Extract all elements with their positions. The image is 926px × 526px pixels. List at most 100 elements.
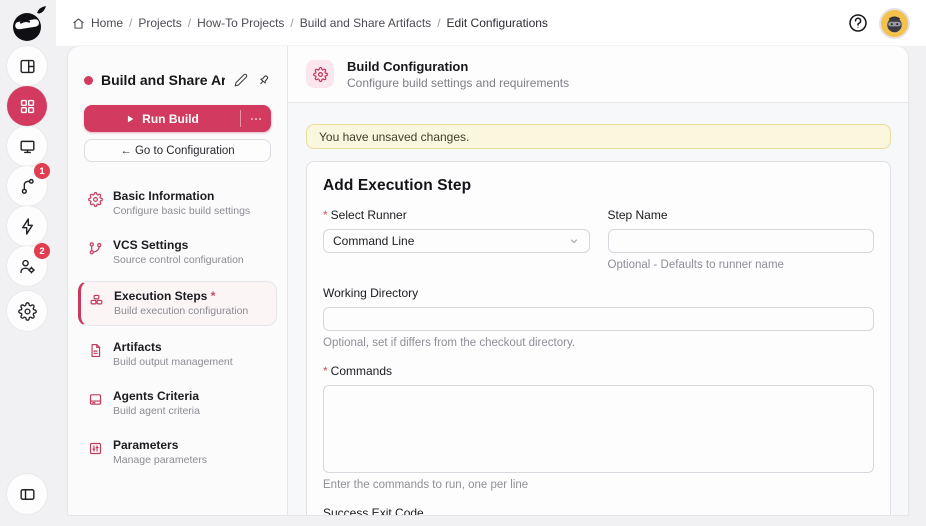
nav-artifacts[interactable]: Artifacts Build output management — [78, 334, 277, 375]
working-directory-label: Working Directory — [323, 286, 419, 300]
nav-parameters[interactable]: Parameters Manage parameters — [78, 432, 277, 473]
unsaved-changes-banner: You have unsaved changes. — [306, 124, 891, 149]
sidebar-panel-icon — [18, 485, 37, 504]
nav-item-desc: Build output management — [113, 356, 233, 368]
nav-item-label: Agents Criteria — [113, 389, 200, 403]
play-icon — [125, 114, 135, 124]
rail-users-button[interactable]: 2 — [7, 243, 50, 286]
nav-item-desc: Source control configuration — [113, 254, 244, 266]
help-icon[interactable] — [847, 12, 869, 34]
main-header: Build Configuration Configure build sett… — [288, 46, 908, 103]
nav-vcs-settings[interactable]: VCS Settings Source control configuratio… — [78, 232, 277, 273]
step-name-group: Step Name Optional - Defaults to runner … — [607, 208, 874, 271]
go-to-configuration-label: ← Go to Configuration — [120, 144, 235, 157]
working-directory-hint: Optional, set if differs from the checko… — [323, 337, 576, 349]
layout-icon — [18, 57, 37, 76]
user-gear-icon — [18, 257, 37, 276]
success-exit-code-group: Success Exit Code — [323, 506, 874, 515]
config-title: Build and Share Ar... — [101, 72, 225, 88]
select-runner-group: * Select Runner Command Line — [323, 208, 590, 271]
commands-group: * Commands Enter the commands to run, one… — [323, 364, 874, 491]
content-sheet: Build and Share Ar... Run Build ← Go to … — [68, 46, 908, 515]
main-panel: Build Configuration Configure build sett… — [288, 46, 908, 515]
step-name-hint: Optional - Defaults to runner name — [607, 259, 784, 271]
monitor-icon — [18, 137, 37, 156]
breadcrumb-separator: / — [129, 16, 133, 30]
agent-terminal-icon — [87, 391, 103, 407]
nav-basic-information[interactable]: Basic Information Configure basic build … — [78, 183, 277, 224]
breadcrumb-separator: / — [437, 16, 441, 30]
execution-steps-icon — [88, 291, 104, 307]
nav-agents-criteria[interactable]: Agents Criteria Build agent criteria — [78, 383, 277, 424]
config-sidebar: Build and Share Ar... Run Build ← Go to … — [68, 46, 288, 515]
more-options-icon — [249, 112, 263, 126]
nav-item-label: VCS Settings — [113, 238, 189, 252]
grid-icon — [18, 97, 37, 116]
nav-item-desc: Build agent criteria — [113, 405, 200, 417]
nav-item-label: Execution Steps * — [114, 289, 216, 303]
git-branch-icon — [87, 240, 103, 256]
breadcrumb-separator: / — [187, 16, 192, 30]
breadcrumb-home[interactable]: Home — [91, 16, 123, 30]
chevron-down-icon — [568, 235, 580, 247]
gear-icon — [87, 191, 103, 207]
add-execution-step-card: Add Execution Step * Select Runner Comman… — [306, 161, 891, 515]
banner-text: You have unsaved changes. — [319, 129, 470, 144]
breadcrumb-build-share[interactable]: Build and Share Artifacts — [300, 16, 431, 30]
rail-activity-button[interactable] — [7, 206, 47, 246]
step-name-input[interactable] — [607, 229, 874, 253]
gear-icon — [17, 301, 37, 321]
topbar-actions — [847, 9, 908, 37]
breadcrumb-current: Edit Configurations — [446, 16, 548, 30]
artifact-file-icon — [87, 342, 103, 358]
run-build-label: Run Build — [142, 111, 199, 126]
parameters-icon — [87, 440, 103, 456]
pin-icon[interactable] — [256, 73, 271, 88]
user-avatar[interactable] — [881, 9, 908, 37]
rail-pipelines-button[interactable]: 1 — [7, 163, 50, 206]
select-runner-value: Command Line — [333, 234, 415, 248]
app-logo-ninja-icon[interactable] — [7, 4, 49, 46]
run-build-more-button[interactable] — [241, 105, 271, 132]
working-directory-input[interactable] — [323, 307, 874, 331]
select-runner-dropdown[interactable]: Command Line — [323, 229, 590, 253]
nav-item-label: Basic Information — [113, 189, 215, 203]
pipelines-badge: 1 — [34, 163, 50, 179]
rail-settings-button[interactable] — [7, 291, 47, 331]
nav-item-label: Artifacts — [113, 340, 162, 354]
main-content: You have unsaved changes. Add Execution … — [288, 103, 908, 515]
home-icon — [72, 17, 85, 30]
working-directory-group: Working Directory Optional, set if diffe… — [323, 286, 874, 349]
rail-collapse-button[interactable] — [7, 474, 47, 514]
go-to-configuration-button[interactable]: ← Go to Configuration — [84, 139, 271, 162]
commands-label: * Commands — [323, 364, 393, 378]
config-nav: Basic Information Configure basic build … — [78, 183, 277, 473]
edit-pencil-icon[interactable] — [233, 73, 248, 88]
breadcrumb: Home / Projects / How-To Projects / Buil… — [72, 16, 548, 30]
commands-textarea[interactable] — [323, 385, 874, 473]
pipeline-branch-icon — [18, 177, 37, 196]
run-build-split-button: Run Build — [84, 105, 271, 132]
required-marker: * — [210, 289, 216, 303]
success-exit-code-label: Success Exit Code — [323, 506, 424, 515]
page-subtitle: Configure build settings and requirement… — [347, 75, 570, 90]
rail-agents-button[interactable] — [7, 126, 47, 166]
run-build-button[interactable]: Run Build — [84, 105, 240, 132]
rail-projects-button[interactable] — [7, 86, 47, 126]
nav-execution-steps[interactable]: Execution Steps * Build execution config… — [78, 281, 277, 326]
breadcrumb-separator: / — [290, 16, 294, 30]
required-marker: * — [323, 364, 328, 378]
breadcrumb-howto-projects[interactable]: How-To Projects — [197, 16, 284, 30]
config-title-row: Build and Share Ar... — [84, 68, 271, 92]
card-title: Add Execution Step — [323, 177, 472, 194]
status-dot — [84, 75, 93, 85]
commands-hint: Enter the commands to run, one per line — [323, 479, 529, 491]
build-config-gear-icon — [306, 60, 334, 88]
select-runner-label: * Select Runner — [323, 208, 407, 222]
required-marker: * — [323, 208, 328, 222]
nav-item-label: Parameters — [113, 438, 179, 452]
rail-dashboard-button[interactable] — [7, 46, 47, 86]
users-badge: 2 — [34, 243, 50, 259]
breadcrumb-projects[interactable]: Projects — [138, 16, 181, 30]
nav-item-desc: Configure basic build settings — [113, 205, 251, 217]
